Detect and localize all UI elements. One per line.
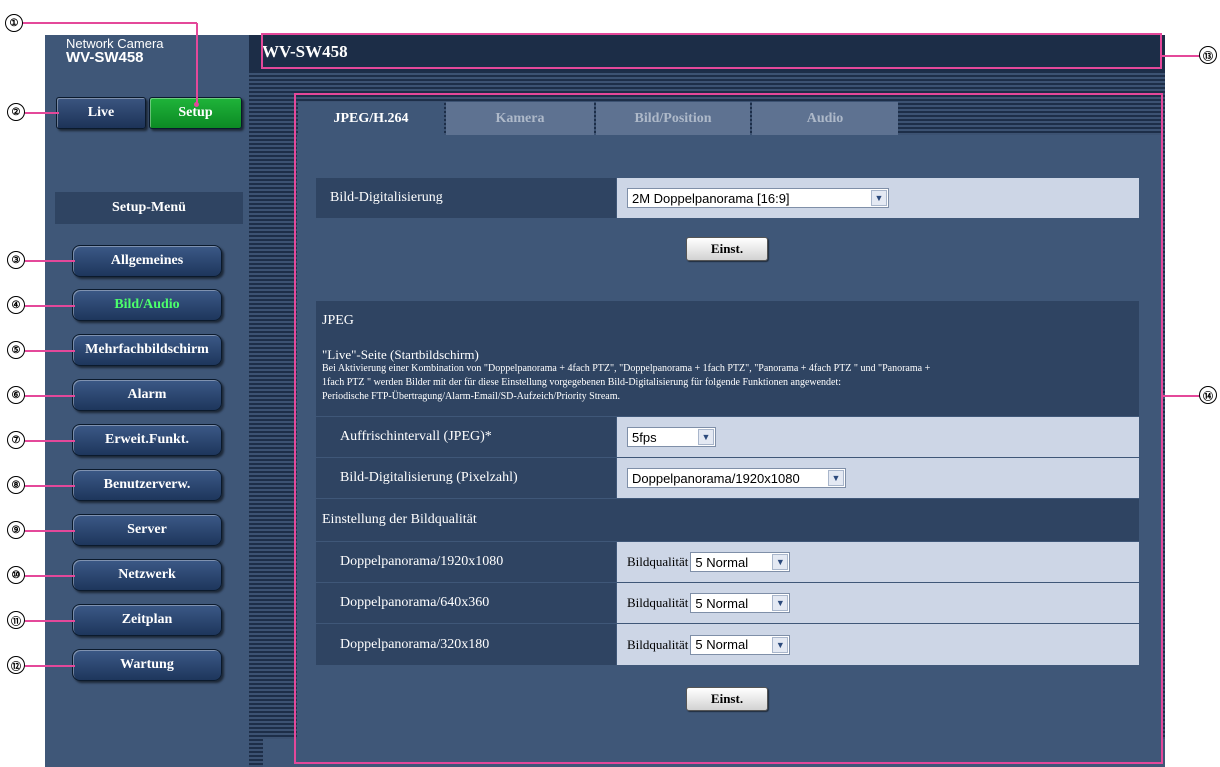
callout-line — [25, 395, 75, 397]
callout-line — [25, 575, 75, 577]
setup-menu-title: Setup-Menü — [55, 192, 243, 224]
callout-2: ② — [7, 103, 25, 121]
callout-9: ⑨ — [7, 521, 25, 539]
callout-box-title — [261, 33, 1162, 69]
menu-bild-audio[interactable]: Bild/Audio — [72, 289, 222, 321]
menu-mehrfachbildschirm[interactable]: Mehrfachbildschirm — [72, 334, 222, 366]
callout-line — [1162, 395, 1200, 397]
menu-alarm[interactable]: Alarm — [72, 379, 222, 411]
callout-7: ⑦ — [7, 431, 25, 449]
brand-model: WV-SW458 — [66, 49, 144, 66]
callout-box-content — [294, 93, 1163, 764]
callout-line — [25, 440, 75, 442]
menu-server[interactable]: Server — [72, 514, 222, 546]
menu-erweit-funkt[interactable]: Erweit.Funkt. — [72, 424, 222, 456]
callout-6: ⑥ — [7, 386, 25, 404]
callout-line — [1162, 55, 1200, 57]
callout-line — [25, 665, 75, 667]
callout-3: ③ — [7, 251, 25, 269]
callout-4: ④ — [7, 296, 25, 314]
callout-11: ⑪ — [7, 611, 25, 629]
callout-line — [25, 620, 75, 622]
callout-line — [25, 530, 75, 532]
live-button[interactable]: Live — [56, 97, 146, 129]
menu-zeitplan[interactable]: Zeitplan — [72, 604, 222, 636]
callout-1: ① — [5, 14, 23, 32]
callout-line — [25, 350, 75, 352]
callout-13: ⑬ — [1199, 46, 1217, 64]
callout-line — [19, 22, 197, 24]
callout-line — [25, 112, 59, 114]
callout-line — [196, 23, 198, 103]
callout-12: ⑫ — [7, 656, 25, 674]
callout-line — [25, 485, 75, 487]
callout-14: ⑭ — [1199, 386, 1217, 404]
callout-8: ⑧ — [7, 476, 25, 494]
callout-10: ⑩ — [7, 566, 25, 584]
callout-5: ⑤ — [7, 341, 25, 359]
callout-line — [25, 260, 75, 262]
menu-wartung[interactable]: Wartung — [72, 649, 222, 681]
menu-allgemeines[interactable]: Allgemeines — [72, 245, 222, 277]
menu-benutzerverw[interactable]: Benutzerverw. — [72, 469, 222, 501]
menu-netzwerk[interactable]: Netzwerk — [72, 559, 222, 591]
callout-dot — [194, 102, 199, 107]
callout-line — [25, 305, 75, 307]
